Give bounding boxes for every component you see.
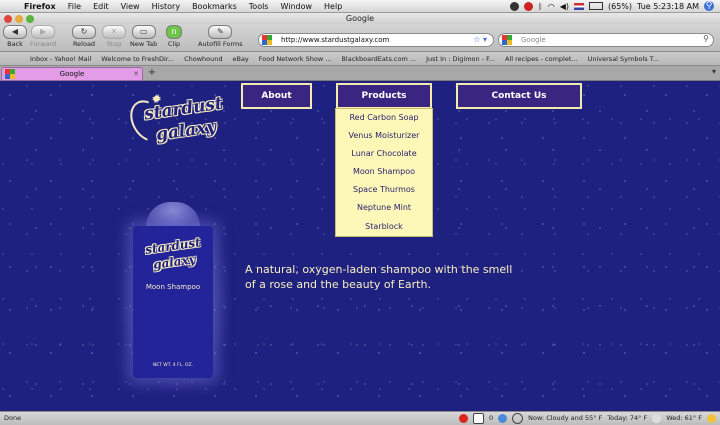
weather-today[interactable]: Today: 74° F [607, 412, 647, 425]
menu-file[interactable]: File [62, 2, 87, 11]
status-text: Done [4, 414, 22, 422]
autofill-forms-button[interactable]: ✎ Autofill Forms [198, 25, 243, 48]
bookmark-star-icon[interactable]: ☆ ▾ [473, 34, 487, 46]
bookmark-item[interactable]: Chowhound [179, 55, 227, 63]
menu-bookmarks[interactable]: Bookmarks [186, 2, 243, 11]
search-bar[interactable]: Google ⚲ [498, 33, 714, 47]
search-icon[interactable]: ⚲ [703, 33, 709, 45]
autofill-pencil-icon: ✎ [208, 25, 233, 39]
window-titlebar: Google [0, 13, 720, 24]
forward-arrow-icon: ▶ [31, 25, 56, 39]
spotlight-icon[interactable]: ⚲ [704, 1, 714, 11]
minimize-window-icon[interactable] [15, 15, 23, 23]
site-favicon-icon [262, 35, 272, 45]
product-neptune-mint[interactable]: Neptune Mint [336, 199, 432, 217]
close-window-icon[interactable] [4, 15, 12, 23]
sync-icon[interactable] [498, 414, 508, 423]
tab-bar: Google ✕ + ▾ [0, 66, 720, 81]
product-venus-moisturizer[interactable]: Venus Moisturizer [336, 127, 432, 145]
stop-icon: ✕ [102, 25, 126, 39]
new-tab-button[interactable]: ▭ New Tab [130, 25, 157, 48]
bookmark-item[interactable]: Just In : Digimon - F... [421, 55, 500, 63]
products-dropdown: Red Carbon Soap Venus Moisturizer Lunar … [335, 108, 433, 237]
record-icon[interactable] [523, 1, 533, 11]
volume-icon[interactable]: ◀) [560, 2, 569, 11]
bookmark-item[interactable]: eBay [227, 55, 253, 63]
back-button[interactable]: ◀ Back [3, 25, 27, 48]
search-placeholder: Google [521, 36, 546, 44]
menu-bar: Firefox File Edit View History Bookmarks… [0, 0, 720, 13]
product-lunar-chocolate[interactable]: Lunar Chocolate [336, 145, 432, 163]
product-space-thurmos[interactable]: Space Thurmos [336, 181, 432, 199]
bottle-logo: stardust galaxy [133, 226, 213, 276]
weather-now[interactable]: Now: Cloudy and 55° F [528, 412, 602, 425]
new-tab-icon: ▭ [131, 25, 156, 39]
bottle-logo-galaxy: galaxy [152, 252, 197, 272]
menu-history[interactable]: History [146, 2, 186, 11]
menu-help[interactable]: Help [318, 2, 348, 11]
product-starblock[interactable]: Starblock [336, 218, 432, 236]
status-bar: Done 0 Now: Cloudy and 55° F Today: 74° … [0, 411, 720, 425]
menu-edit[interactable]: Edit [87, 2, 115, 11]
status-icon[interactable] [509, 1, 519, 11]
nav-products-button[interactable]: Products [336, 83, 432, 109]
bluetooth-icon[interactable]: ᛒ [538, 2, 543, 11]
adblock-icon[interactable] [459, 414, 468, 423]
mail-count: 0 [489, 414, 494, 422]
flag-icon[interactable] [574, 2, 584, 10]
url-bar[interactable]: http://www.stardustgalaxy.com ☆ ▾ [258, 33, 494, 47]
tab-favicon-icon [5, 69, 15, 79]
search-engine-icon[interactable] [502, 35, 512, 45]
menu-app[interactable]: Firefox [18, 2, 62, 11]
zoom-window-icon[interactable] [26, 15, 34, 23]
product-red-carbon-soap[interactable]: Red Carbon Soap [336, 109, 432, 127]
clip-icon: n [166, 25, 182, 39]
nav-about-button[interactable]: About [241, 83, 312, 109]
reload-icon: ↻ [72, 25, 96, 39]
menu-window[interactable]: Window [274, 2, 318, 11]
weather-wed[interactable]: Wed: 61° F [666, 412, 702, 425]
moon-shampoo-bottle-image: stardust galaxy Moon Shampoo NET WT. 4 F… [133, 226, 213, 378]
weather-sun-icon [707, 414, 716, 423]
stop-button[interactable]: ✕ Stop [102, 25, 126, 48]
menu-view[interactable]: View [115, 2, 146, 11]
tab-list-icon[interactable]: ▾ [712, 67, 716, 76]
clip-button[interactable]: n Clip [166, 25, 182, 48]
bottle-product-name: Moon Shampoo [145, 283, 201, 291]
wifi-icon[interactable]: ◠ [548, 2, 555, 11]
product-tagline: A natural, oxygen-laden shampoo with the… [245, 263, 513, 291]
product-moon-shampoo[interactable]: Moon Shampoo [336, 163, 432, 181]
clock-icon[interactable] [512, 413, 524, 424]
close-tab-icon[interactable]: ✕ [133, 68, 139, 80]
battery-percent: (65%) [608, 1, 633, 11]
url-text[interactable]: http://www.stardustgalaxy.com [281, 34, 389, 46]
tab-google[interactable]: Google ✕ [1, 67, 143, 81]
bookmark-item[interactable]: Food Network Show ... [254, 55, 337, 63]
new-tab-plus-icon[interactable]: + [146, 67, 158, 79]
back-arrow-icon: ◀ [3, 25, 27, 39]
reload-button[interactable]: ↻ Reload [72, 25, 96, 48]
menu-tools[interactable]: Tools [243, 2, 275, 11]
bookmark-item[interactable]: Welcome to FreshDir... [96, 55, 179, 63]
bookmark-item[interactable]: All recipes - complet... [500, 55, 583, 63]
web-page: ✦ stardust galaxy About Products Contact… [0, 81, 720, 411]
menubar-clock[interactable]: Tue 5:23:18 AM [637, 2, 699, 11]
battery-icon[interactable] [589, 2, 603, 10]
nav-contact-button[interactable]: Contact Us [456, 83, 582, 109]
bookmark-item[interactable]: Universal Symbols T... [583, 55, 665, 63]
mail-icon[interactable] [473, 413, 484, 424]
weather-cloud-icon [652, 414, 662, 423]
bookmarks-bar: Inbox - Yahoo! Mail Welcome to FreshDir.… [0, 52, 720, 66]
bookmark-item[interactable]: Inbox - Yahoo! Mail [0, 55, 96, 63]
stardust-galaxy-logo[interactable]: ✦ stardust galaxy [123, 94, 224, 155]
forward-button[interactable]: ▶ Forward [30, 25, 56, 48]
tab-label: Google [59, 70, 85, 78]
bookmark-item[interactable]: BlackboardEats.com ... [336, 55, 421, 63]
bottle-net-weight: NET WT. 4 FL. OZ. [152, 363, 194, 368]
window-title: Google [345, 14, 375, 23]
